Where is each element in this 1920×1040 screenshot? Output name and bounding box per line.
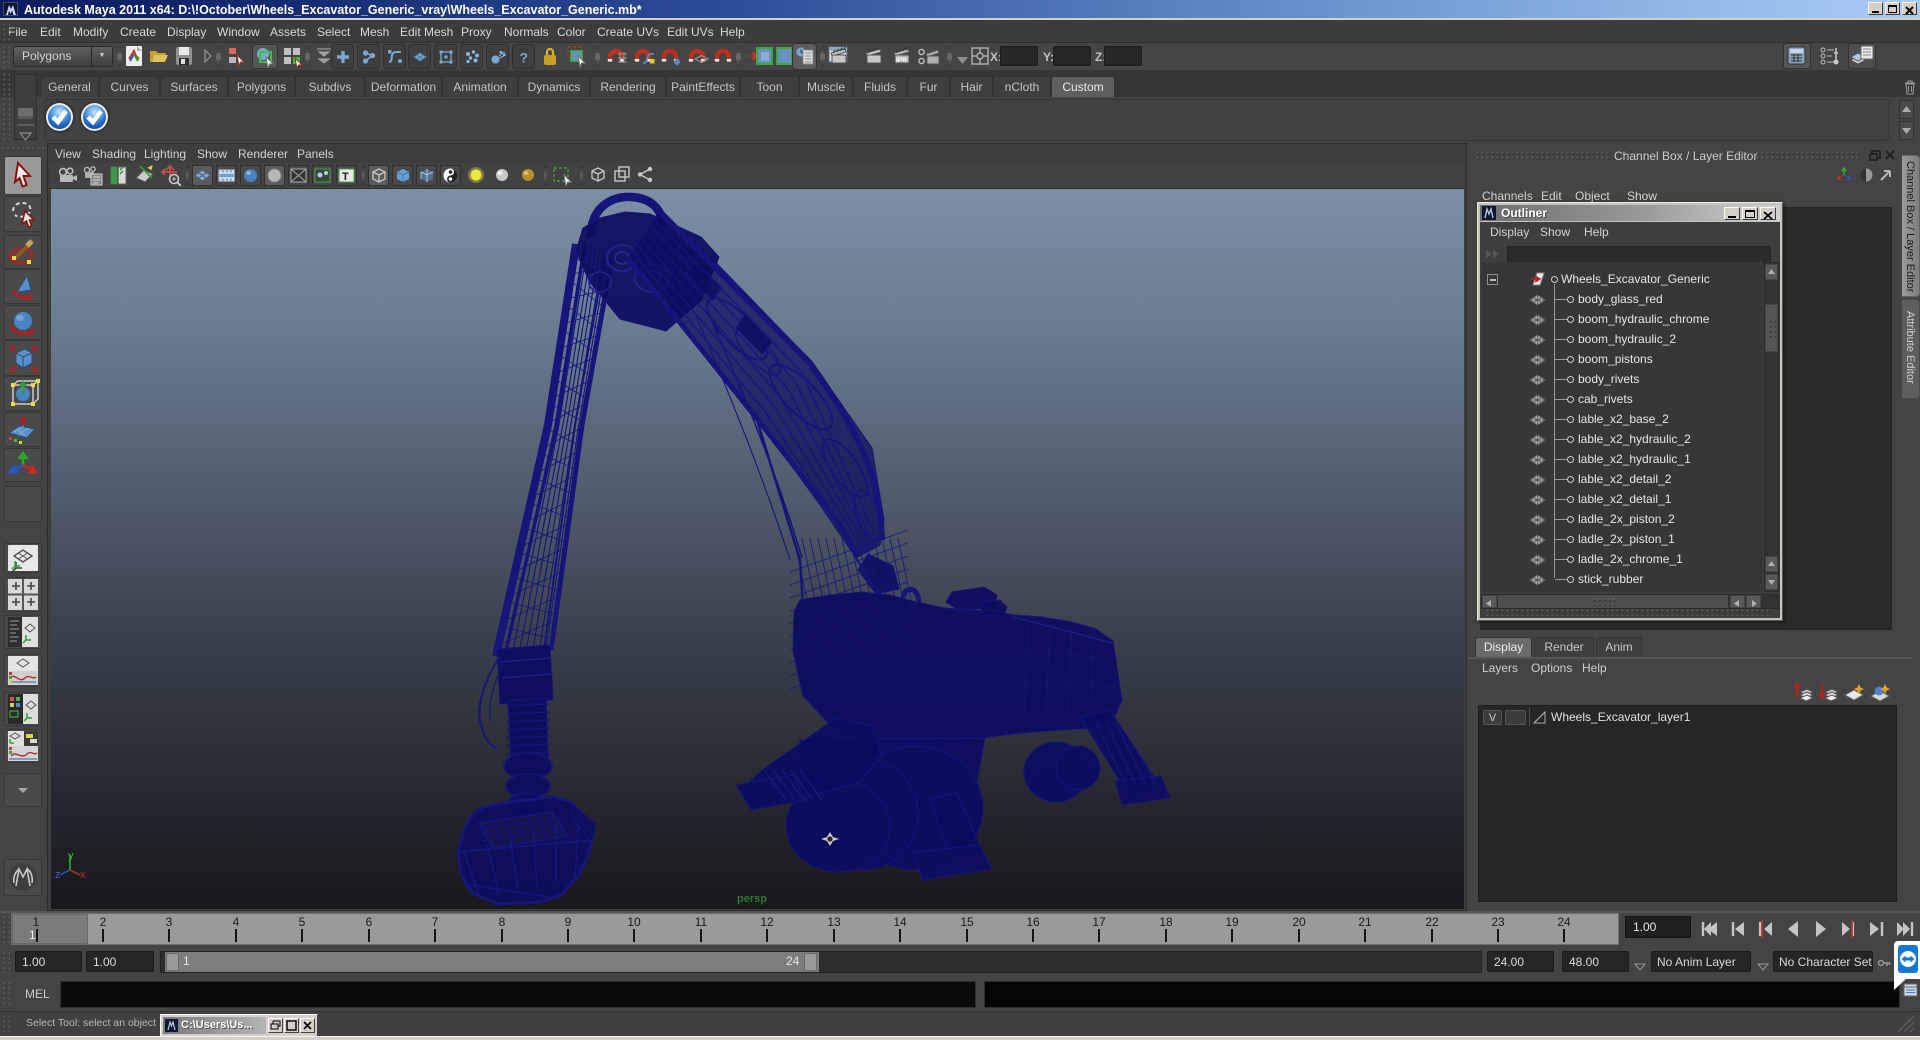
- svg-text:T: T: [342, 171, 349, 183]
- svg-text:IPR: IPR: [896, 57, 907, 64]
- svg-text:?: ?: [520, 50, 529, 66]
